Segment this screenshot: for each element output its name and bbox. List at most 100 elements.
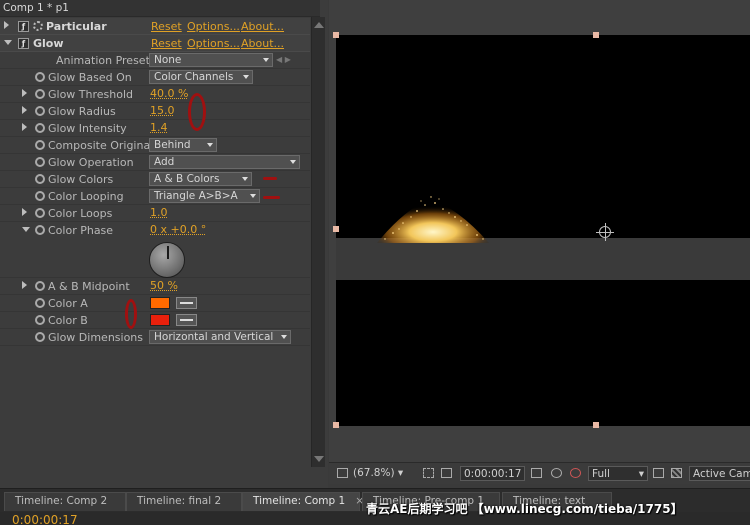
preset-nav-icon[interactable]: ◀ ▶ [276,55,291,64]
stopwatch-icon[interactable] [35,298,45,308]
glow-dimensions-row: Glow Dimensions Horizontal and Vertical [0,329,310,346]
glow-operation-row: Glow Operation Add [0,154,310,171]
layer-handle[interactable] [333,32,339,38]
mask-icon[interactable] [441,468,452,478]
color-b-row: Color B [0,312,310,329]
chevron-down-icon [250,194,256,198]
layer-handle[interactable] [593,422,599,428]
about-link[interactable]: About... [241,37,284,50]
glow-radius-value[interactable]: 15.0 [150,104,175,117]
transparency-grid-icon[interactable] [671,468,682,478]
stopwatch-icon[interactable] [35,208,45,218]
annotation-dash [263,177,277,180]
stopwatch-icon[interactable] [35,225,45,235]
glow-threshold-value[interactable]: 40.0 % [150,87,188,100]
composition-canvas[interactable] [336,35,750,426]
chevron-down-icon [243,75,249,79]
collapse-triangle-icon[interactable] [4,40,12,45]
camera-dropdown[interactable]: Active Came [689,466,750,481]
chevron-down-icon [281,335,287,339]
stopwatch-icon[interactable] [35,281,45,291]
current-time-field[interactable]: 0:00:00:17 [460,466,526,481]
crosshair-icon[interactable] [596,223,614,241]
composite-original-label: Composite Original [48,139,154,152]
watermark-text: 青云AE后期学习吧 【www.linecg.com/tieba/1775】 [366,502,683,516]
collapse-triangle-icon[interactable] [22,227,30,232]
reset-link[interactable]: Reset [151,37,182,50]
stopwatch-icon[interactable] [35,140,45,150]
person-icon[interactable] [551,468,562,478]
chevron-down-icon [207,143,213,147]
vertical-scrollbar[interactable] [311,17,325,467]
stopwatch-icon[interactable] [35,191,45,201]
region-of-interest-icon[interactable] [653,468,664,478]
expand-triangle-icon[interactable] [22,123,27,131]
color-loops-row: Color Loops 1.0 [0,205,310,222]
color-loops-value[interactable]: 1.0 [150,206,168,219]
layer-handle[interactable] [333,226,339,232]
tab-comp-1[interactable]: Timeline: Comp 1 × [242,492,364,511]
expand-triangle-icon[interactable] [22,281,27,289]
scroll-down-icon[interactable] [314,456,324,462]
effect-glow[interactable]: ƒ Glow Reset Options... About... [0,35,310,52]
color-loops-label: Color Loops [48,207,113,220]
glow-based-on-dropdown[interactable]: Color Channels [149,70,253,84]
timeline-timecode[interactable]: 0:00:00:17 [12,513,78,525]
glow-colors-dropdown[interactable]: A & B Colors [149,172,252,186]
stopwatch-icon[interactable] [35,174,45,184]
resolution-dropdown[interactable]: Full ▾ [588,466,648,481]
color-phase-dial[interactable] [149,242,185,278]
glow-operation-dropdown[interactable]: Add [149,155,300,169]
options-link[interactable]: Options... [187,37,240,50]
ab-midpoint-value[interactable]: 50 % [150,279,178,292]
stopwatch-icon[interactable] [35,72,45,82]
stopwatch-icon[interactable] [35,106,45,116]
color-b-swatch[interactable] [150,314,170,326]
color-channels-icon[interactable] [570,468,581,478]
zoom-dropdown[interactable]: (67.8%) ▾ [353,466,403,481]
glow-operation-label: Glow Operation [48,156,134,169]
glow-radius-label: Glow Radius [48,105,116,118]
fx-toggle-icon[interactable]: ƒ [18,38,29,49]
expand-triangle-icon[interactable] [22,208,27,216]
glow-dimensions-dropdown[interactable]: Horizontal and Vertical [149,330,291,344]
about-link[interactable]: About... [241,20,284,33]
color-phase-value[interactable]: 0 x +0.0 ° [150,223,206,236]
effect-particular[interactable]: ƒ Particular Reset Options... About... [0,18,310,35]
stopwatch-icon[interactable] [35,123,45,133]
composite-original-dropdown[interactable]: Behind [149,138,217,152]
eyedropper-icon[interactable] [176,314,197,326]
glow-colors-label: Glow Colors [48,173,114,186]
expand-triangle-icon[interactable] [4,21,9,29]
scroll-up-icon[interactable] [314,22,324,28]
stopwatch-icon[interactable] [35,332,45,342]
stopwatch-icon[interactable] [35,157,45,167]
gear-icon [33,21,43,31]
animation-presets-dropdown[interactable]: None [149,53,273,67]
ab-midpoint-label: A & B Midpoint [48,280,130,293]
expand-triangle-icon[interactable] [22,106,27,114]
annotation-dash [263,196,280,199]
glow-threshold-row: Glow Threshold 40.0 % [0,86,310,103]
expand-triangle-icon[interactable] [22,89,27,97]
stopwatch-icon[interactable] [35,89,45,99]
annotation-circle [188,93,206,131]
glow-intensity-value[interactable]: 1.4 [150,121,168,134]
reset-link[interactable]: Reset [151,20,182,33]
color-looping-dropdown[interactable]: Triangle A>B>A [149,189,260,203]
composite-original-row: Composite Original Behind [0,137,310,154]
options-link[interactable]: Options... [187,20,240,33]
layer-handle[interactable] [593,32,599,38]
composition-viewer[interactable] [329,0,750,462]
layer-handle[interactable] [333,422,339,428]
monitor-icon[interactable] [337,468,348,478]
effect-name: Glow [33,37,64,50]
camera-snapshot-icon[interactable] [531,468,542,478]
tab-comp-2[interactable]: Timeline: Comp 2 [4,492,126,511]
stopwatch-icon[interactable] [35,315,45,325]
color-a-swatch[interactable] [150,297,170,309]
tab-final-2[interactable]: Timeline: final 2 [126,492,242,511]
fx-toggle-icon[interactable]: ƒ [18,21,29,32]
eyedropper-icon[interactable] [176,297,197,309]
safe-margins-icon[interactable] [423,468,434,478]
